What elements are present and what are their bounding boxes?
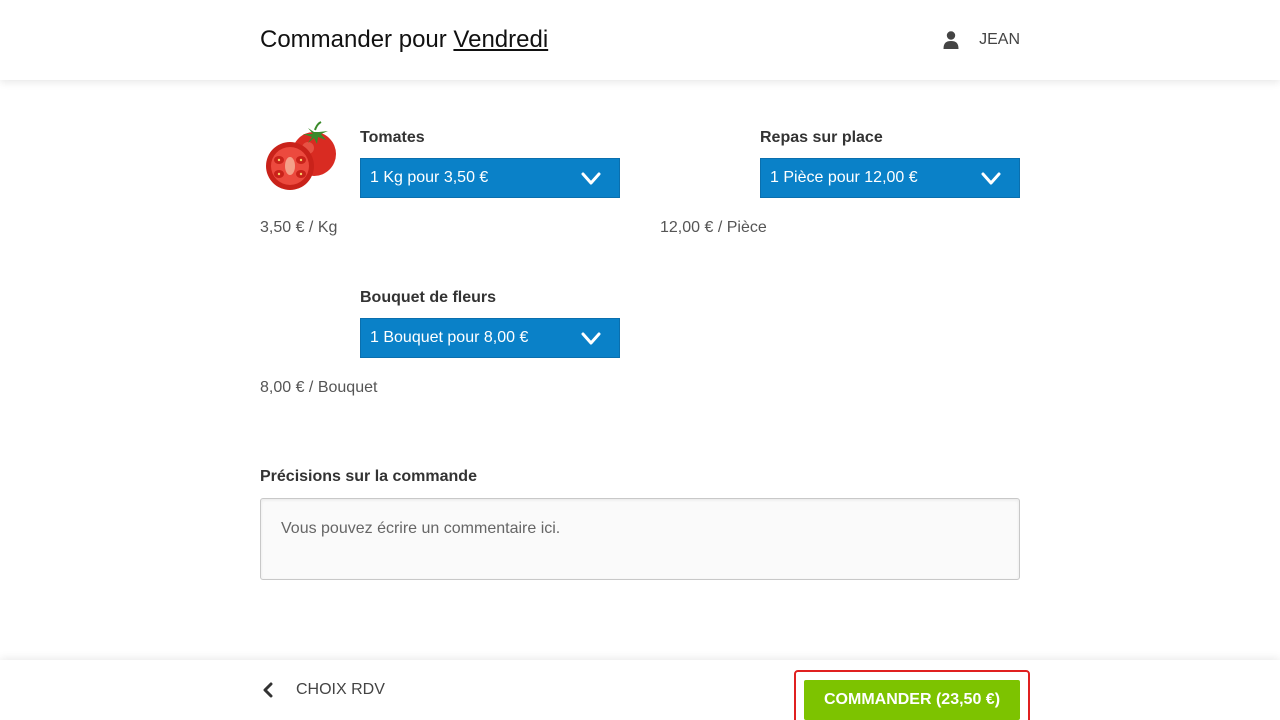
tomato-image [266, 121, 336, 190]
back-button-label: CHOIX RDV [296, 681, 385, 698]
top-header: Commander pour Vendredi JEAN [0, 0, 1280, 80]
product-name-repas: Repas sur place [760, 129, 883, 146]
back-button[interactable]: CHOIX RDV [262, 660, 385, 720]
page-title-prefix: Commander pour [260, 26, 447, 53]
chevron-left-icon [263, 682, 273, 698]
user-name: JEAN [979, 31, 1020, 48]
bottom-bar: CHOIX RDV COMMANDER (23,50 €) [0, 660, 1280, 720]
chevron-down-icon [981, 172, 1001, 185]
chevron-down-icon [581, 172, 601, 185]
unit-price-repas: 12,00 € / Pièce [660, 219, 767, 236]
notes-label: Précisions sur la commande [260, 468, 477, 485]
quantity-select-bouquet[interactable]: 1 Bouquet pour 8,00 € [360, 318, 620, 358]
unit-price-tomates: 3,50 € / Kg [260, 219, 338, 236]
day-link[interactable]: Vendredi [453, 26, 548, 53]
chevron-down-icon [581, 332, 601, 345]
user-menu[interactable]: JEAN [943, 30, 1020, 50]
quantity-select-value: 1 Kg pour 3,50 € [370, 169, 489, 186]
quantity-select-value: 1 Pièce pour 12,00 € [770, 169, 918, 186]
order-button[interactable]: COMMANDER (23,50 €) [804, 680, 1020, 720]
quantity-select-repas[interactable]: 1 Pièce pour 12,00 € [760, 158, 1020, 198]
quantity-select-tomates[interactable]: 1 Kg pour 3,50 € [360, 158, 620, 198]
page-title: Commander pour Vendredi [260, 26, 548, 54]
product-name-bouquet: Bouquet de fleurs [360, 289, 497, 306]
quantity-select-value: 1 Bouquet pour 8,00 € [370, 329, 529, 346]
product-name-tomates: Tomates [360, 129, 425, 146]
user-icon [943, 31, 959, 49]
order-comment-input[interactable] [260, 498, 1020, 580]
unit-price-bouquet: 8,00 € / Bouquet [260, 379, 378, 396]
